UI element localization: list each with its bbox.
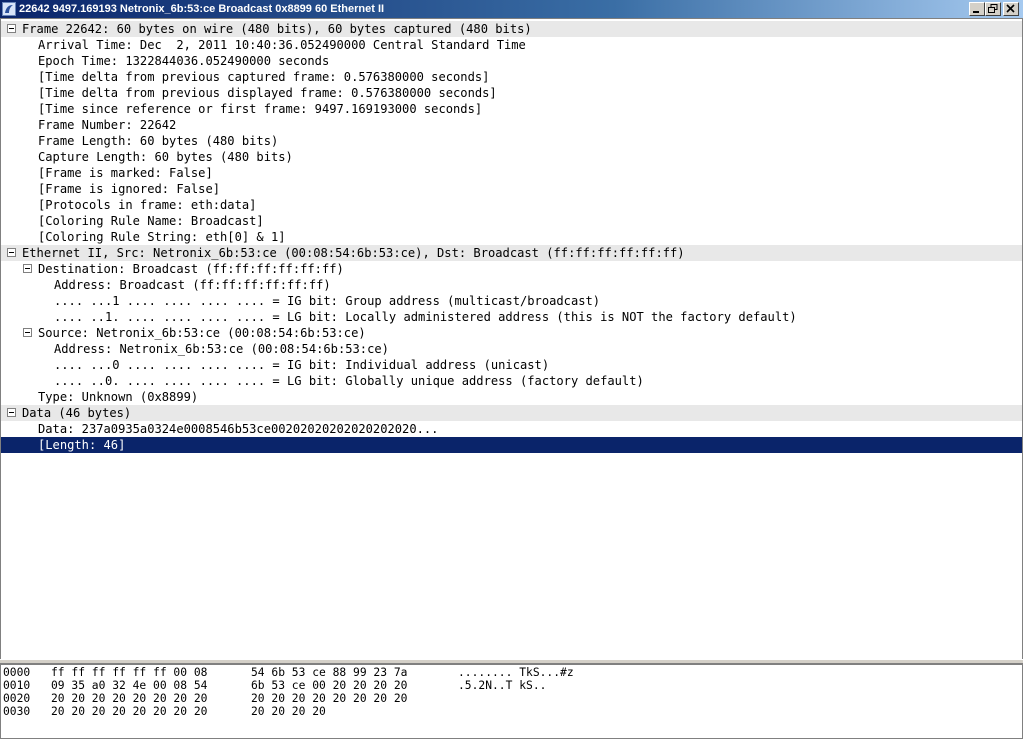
hex-bytes-first-half: 20 20 20 20 20 20 20 20 xyxy=(51,692,208,705)
hex-offset: 0010 xyxy=(3,679,31,692)
protocol-tree-label: [Length: 46] xyxy=(38,438,126,452)
protocol-tree-row[interactable]: .... ...1 .... .... .... .... = IG bit: … xyxy=(1,293,1022,309)
protocol-tree-row[interactable]: Epoch Time: 1322844036.052490000 seconds xyxy=(1,53,1022,69)
protocol-tree-label: .... ..1. .... .... .... .... = LG bit: … xyxy=(54,310,797,324)
protocol-tree-row[interactable]: [Coloring Rule Name: Broadcast] xyxy=(1,213,1022,229)
protocol-tree-row[interactable]: [Coloring Rule String: eth[0] & 1] xyxy=(1,229,1022,245)
protocol-tree-label: [Time since reference or first frame: 94… xyxy=(38,102,483,116)
protocol-tree-label: [Time delta from previous displayed fram… xyxy=(38,86,497,100)
minimize-icon xyxy=(973,11,979,13)
collapse-toggle-icon[interactable] xyxy=(7,408,16,417)
protocol-tree-label: .... ..0. .... .... .... .... = LG bit: … xyxy=(54,374,644,388)
protocol-tree-label: Data (46 bytes) xyxy=(22,406,132,420)
hex-dump-row[interactable]: 0020 20 20 20 20 20 20 20 20 20 20 20 20 2… xyxy=(1,692,1001,705)
collapse-toggle-icon[interactable] xyxy=(23,264,32,273)
window-title: 22642 9497.169193 Netronix_6b:53:ce Broa… xyxy=(19,3,385,15)
close-icon xyxy=(1006,4,1015,13)
close-button[interactable] xyxy=(1003,2,1019,16)
wireshark-fin-icon xyxy=(2,2,16,16)
protocol-tree-row[interactable]: Address: Broadcast (ff:ff:ff:ff:ff:ff) xyxy=(1,277,1022,293)
collapse-toggle-icon[interactable] xyxy=(7,248,16,257)
protocol-tree-label: [Frame is marked: False] xyxy=(38,166,213,180)
hex-dump-row[interactable]: 0000 ff ff ff ff ff ff 00 08 54 6b 53 ce 8… xyxy=(1,666,1001,679)
protocol-tree-row[interactable]: [Protocols in frame: eth:data] xyxy=(1,197,1022,213)
protocol-tree-row[interactable]: Type: Unknown (0x8899) xyxy=(1,389,1022,405)
hex-offset: 0030 xyxy=(3,705,31,718)
protocol-tree-row[interactable]: Frame Length: 60 bytes (480 bits) xyxy=(1,133,1022,149)
protocol-tree-label: Frame Length: 60 bytes (480 bits) xyxy=(38,134,279,148)
protocol-tree-row[interactable]: .... ..1. .... .... .... .... = LG bit: … xyxy=(1,309,1022,325)
protocol-tree-row[interactable]: [Frame is ignored: False] xyxy=(1,181,1022,197)
protocol-tree-label: Frame 22642: 60 bytes on wire (480 bits)… xyxy=(22,22,532,36)
hex-bytes-second-half: 6b 53 ce 00 20 20 20 20 xyxy=(251,679,408,692)
hex-offset: 0020 xyxy=(3,692,31,705)
hex-bytes-second-half: 20 20 20 20 20 20 20 20 xyxy=(251,692,408,705)
packet-bytes-pane[interactable]: 0000 ff ff ff ff ff ff 00 08 54 6b 53 ce 8… xyxy=(0,664,1023,739)
protocol-tree-label: Data: 237a0935a0324e0008546b53ce00202020… xyxy=(38,422,439,436)
protocol-tree-row[interactable]: [Length: 46] xyxy=(1,437,1022,453)
protocol-tree-label: Source: Netronix_6b:53:ce (00:08:54:6b:5… xyxy=(38,326,366,340)
protocol-tree-row[interactable]: Address: Netronix_6b:53:ce (00:08:54:6b:… xyxy=(1,341,1022,357)
hex-dump-row[interactable]: 0010 09 35 a0 32 4e 00 08 54 6b 53 ce 00 2… xyxy=(1,679,1001,692)
hex-bytes-second-half: 54 6b 53 ce 88 99 23 7a xyxy=(251,666,408,679)
protocol-tree-label: .... ...0 .... .... .... .... = IG bit: … xyxy=(54,358,550,372)
protocol-tree-label: Address: Netronix_6b:53:ce (00:08:54:6b:… xyxy=(54,342,389,356)
protocol-tree-label: Epoch Time: 1322844036.052490000 seconds xyxy=(38,54,330,68)
hex-offset: 0000 xyxy=(3,666,31,679)
protocol-tree-label: Arrival Time: Dec 2, 2011 10:40:36.05249… xyxy=(38,38,526,52)
hex-ascii: ........ TkS...#z xyxy=(458,666,574,679)
collapse-toggle-icon[interactable] xyxy=(23,328,32,337)
window-title-bar[interactable]: 22642 9497.169193 Netronix_6b:53:ce Broa… xyxy=(0,0,1023,18)
protocol-tree-label: [Coloring Rule String: eth[0] & 1] xyxy=(38,230,286,244)
protocol-tree-header-row[interactable]: Data (46 bytes) xyxy=(1,405,1022,421)
protocol-tree-label: Type: Unknown (0x8899) xyxy=(38,390,199,404)
protocol-tree-row[interactable]: Frame Number: 22642 xyxy=(1,117,1022,133)
restore-button[interactable] xyxy=(985,2,1001,16)
protocol-tree-label: Ethernet II, Src: Netronix_6b:53:ce (00:… xyxy=(22,246,685,260)
minimize-button[interactable] xyxy=(969,2,985,16)
hex-bytes-first-half: 20 20 20 20 20 20 20 20 xyxy=(51,705,208,718)
protocol-tree-label: [Frame is ignored: False] xyxy=(38,182,221,196)
protocol-tree-row[interactable]: Arrival Time: Dec 2, 2011 10:40:36.05249… xyxy=(1,37,1022,53)
protocol-tree-row[interactable]: .... ...0 .... .... .... .... = IG bit: … xyxy=(1,357,1022,373)
packet-details-pane[interactable]: Frame 22642: 60 bytes on wire (480 bits)… xyxy=(0,18,1023,660)
hex-dump-row[interactable]: 0030 20 20 20 20 20 20 20 20 20 20 20 20 xyxy=(1,705,1001,718)
protocol-tree-label: .... ...1 .... .... .... .... = IG bit: … xyxy=(54,294,601,308)
protocol-tree-label: Destination: Broadcast (ff:ff:ff:ff:ff:f… xyxy=(38,262,344,276)
protocol-tree-row[interactable]: Destination: Broadcast (ff:ff:ff:ff:ff:f… xyxy=(1,261,1022,277)
protocol-tree-row[interactable]: [Time delta from previous captured frame… xyxy=(1,69,1022,85)
protocol-tree-row[interactable]: [Time delta from previous displayed fram… xyxy=(1,85,1022,101)
hex-bytes-first-half: ff ff ff ff ff ff 00 08 xyxy=(51,666,208,679)
protocol-tree-header-row[interactable]: Frame 22642: 60 bytes on wire (480 bits)… xyxy=(1,21,1022,37)
protocol-tree-row[interactable]: Data: 237a0935a0324e0008546b53ce00202020… xyxy=(1,421,1022,437)
protocol-tree-row[interactable]: .... ..0. .... .... .... .... = LG bit: … xyxy=(1,373,1022,389)
protocol-tree-label: [Protocols in frame: eth:data] xyxy=(38,198,257,212)
protocol-tree-row[interactable]: [Time since reference or first frame: 94… xyxy=(1,101,1022,117)
collapse-toggle-icon[interactable] xyxy=(7,24,16,33)
hex-ascii: .5.2N..T kS.. xyxy=(458,679,574,692)
protocol-tree-row[interactable]: [Frame is marked: False] xyxy=(1,165,1022,181)
protocol-tree-label: Address: Broadcast (ff:ff:ff:ff:ff:ff) xyxy=(54,278,331,292)
protocol-tree-label: Frame Number: 22642 xyxy=(38,118,177,132)
protocol-tree-row[interactable]: Capture Length: 60 bytes (480 bits) xyxy=(1,149,1022,165)
hex-bytes-first-half: 09 35 a0 32 4e 00 08 54 xyxy=(51,679,208,692)
protocol-tree-label: Capture Length: 60 bytes (480 bits) xyxy=(38,150,293,164)
protocol-tree-header-row[interactable]: Ethernet II, Src: Netronix_6b:53:ce (00:… xyxy=(1,245,1022,261)
restore-icon xyxy=(988,4,998,13)
protocol-tree-label: [Time delta from previous captured frame… xyxy=(38,70,490,84)
hex-bytes-second-half: 20 20 20 20 xyxy=(251,705,326,718)
protocol-tree-label: [Coloring Rule Name: Broadcast] xyxy=(38,214,264,228)
protocol-tree-row[interactable]: Source: Netronix_6b:53:ce (00:08:54:6b:5… xyxy=(1,325,1022,341)
